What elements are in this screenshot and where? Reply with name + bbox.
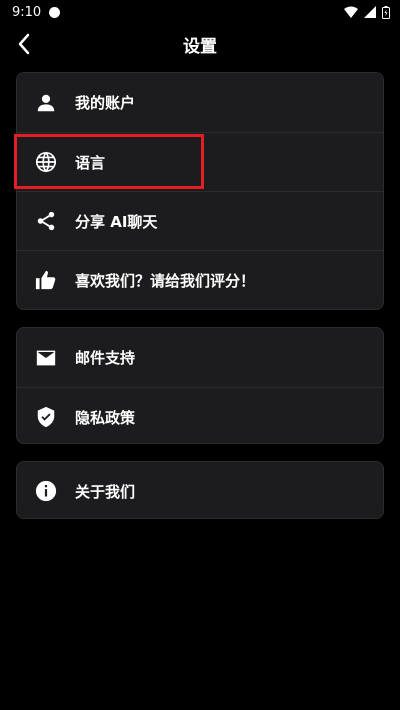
settings-item-label: 语言	[75, 153, 106, 172]
shield-check-icon	[35, 406, 57, 428]
status-time: 9:10	[12, 4, 42, 20]
page-title: 设置	[183, 36, 217, 57]
settings-item-label: 隐私政策	[75, 408, 136, 427]
info-icon	[35, 480, 57, 502]
settings-item-my-account[interactable]: 我的账户	[17, 73, 383, 132]
status-left: 9:10	[12, 4, 61, 20]
settings-item-rate-us[interactable]: 喜欢我们？请给我们评分！	[17, 250, 383, 309]
settings-item-label: 分享 AI聊天	[75, 212, 158, 231]
battery-icon	[382, 5, 390, 19]
globe-icon	[35, 151, 57, 173]
chevron-left-icon	[18, 33, 30, 55]
settings-item-privacy-policy[interactable]: 隐私政策	[17, 387, 383, 446]
settings-group-support: 邮件支持 隐私政策	[16, 327, 384, 444]
settings-item-about-us[interactable]: 关于我们	[17, 462, 383, 520]
settings-item-email-support[interactable]: 邮件支持	[17, 328, 383, 387]
settings-item-share[interactable]: 分享 AI聊天	[17, 191, 383, 250]
settings-item-label: 喜欢我们？请给我们评分！	[75, 271, 256, 290]
notification-dot-icon	[49, 6, 61, 18]
mail-icon	[35, 347, 57, 369]
share-icon	[35, 210, 57, 232]
status-bar: 9:10	[0, 0, 400, 24]
back-button[interactable]	[10, 30, 38, 58]
thumbs-up-icon	[35, 269, 57, 291]
settings-item-label: 关于我们	[75, 482, 136, 501]
settings-item-label: 我的账户	[75, 94, 136, 112]
app-header: 设置	[0, 24, 400, 64]
settings-group-about: 关于我们	[16, 461, 384, 519]
settings-item-label: 邮件支持	[75, 349, 136, 367]
person-icon	[35, 92, 57, 114]
signal-icon	[364, 6, 376, 18]
wifi-icon	[344, 6, 358, 18]
status-right	[344, 5, 390, 19]
settings-item-language[interactable]: 语言	[17, 132, 383, 191]
settings-group-account: 我的账户 语言 分享 AI聊天 喜欢我们？请给我们评分！	[16, 72, 384, 310]
